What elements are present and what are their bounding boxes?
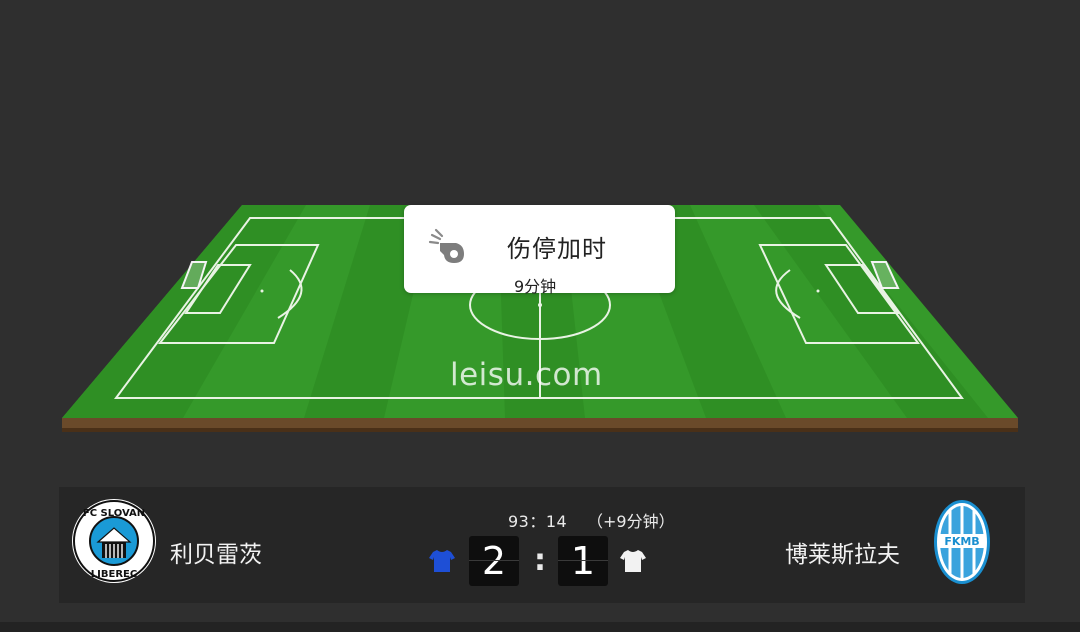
- away-score: 1: [558, 536, 608, 586]
- home-team-name: 利贝雷茨: [170, 542, 262, 568]
- home-shirt-icon: [429, 550, 455, 572]
- away-shirt-icon: [620, 550, 646, 572]
- score-separator: :: [534, 543, 546, 578]
- injury-time-popup: 伤停加时 9分钟: [404, 205, 675, 296]
- home-team-logo: FC SLOVAN LIBEREC: [72, 499, 156, 583]
- watermark: leisu.com: [450, 357, 603, 393]
- away-logo-text: FKMB: [944, 535, 979, 548]
- added-time: （+9分钟）: [587, 512, 675, 531]
- whistle-icon: [428, 228, 464, 263]
- scoreboard: FC SLOVAN LIBEREC 利贝雷茨 93：14 （+9分钟） 2 : …: [59, 487, 1025, 603]
- away-team-logo: FKMB: [934, 500, 990, 584]
- home-score: 2: [469, 536, 519, 586]
- popup-subtitle: 9分钟: [514, 277, 557, 296]
- bottom-strip: [0, 622, 1080, 632]
- away-team-name: 博莱斯拉夫: [785, 542, 900, 568]
- home-logo-text-top: FC SLOVAN: [83, 508, 145, 519]
- match-clock: 93：14: [508, 512, 568, 531]
- home-logo-text-bottom: LIBEREC: [91, 569, 137, 580]
- popup-title: 伤停加时: [507, 235, 607, 263]
